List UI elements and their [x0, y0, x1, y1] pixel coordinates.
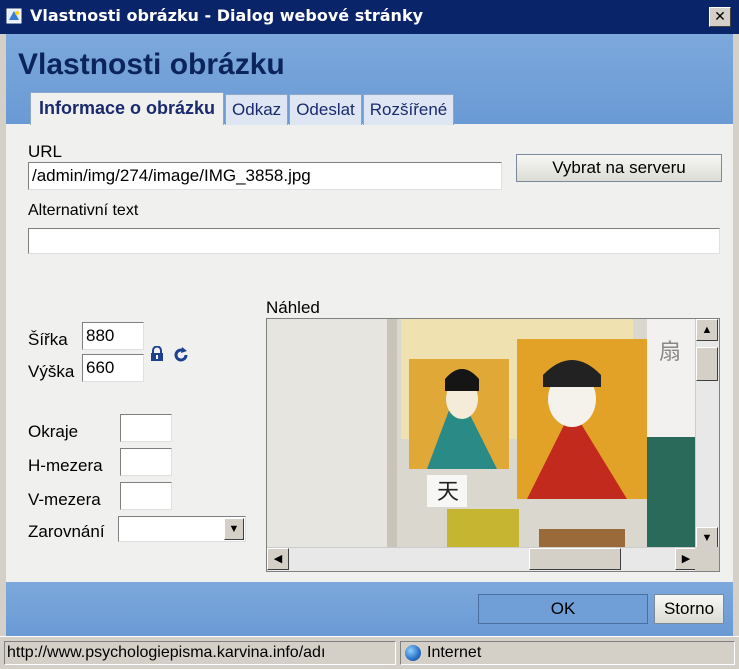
status-url: http://www.psychologiepisma.karvina.info… [4, 641, 396, 665]
vertical-scroll-thumb[interactable] [696, 347, 718, 381]
preview-horizontal-scrollbar[interactable]: ◀ ▶ [267, 547, 697, 571]
image-properties-dialog: Vlastnosti obrázku Informace o obrázku O… [6, 34, 733, 636]
arrow-down-icon: ▼ [701, 532, 713, 544]
url-input[interactable]: /admin/img/274/image/IMG_3858.jpg [28, 162, 502, 190]
tab-link[interactable]: Odkaz [225, 94, 289, 125]
tab-advanced[interactable]: Rozšířené [362, 94, 455, 125]
tab-upload[interactable]: Odeslat [289, 94, 362, 125]
image-preview: 扇 天 ▲ ▼ ◀ ▶ [266, 318, 720, 572]
alt-text-input[interactable] [28, 228, 720, 254]
height-input[interactable]: 660 [82, 354, 144, 382]
border-label: Okraje [28, 422, 79, 441]
scroll-down-button[interactable]: ▼ [696, 527, 718, 549]
align-label: Zarovnání [28, 522, 105, 541]
tab-strip: Informace o obrázku Odkaz Odeslat Rozšíř… [30, 92, 455, 125]
lock-ratio-icon[interactable] [150, 346, 164, 362]
preview-image: 扇 天 [267, 319, 697, 549]
preview-label: Náhled [266, 298, 320, 317]
close-icon: ✕ [714, 9, 726, 25]
dialog-footer: OK Storno [6, 582, 733, 636]
reset-size-icon[interactable] [172, 346, 190, 364]
window-titlebar: Vlastnosti obrázku - Dialog webové strán… [0, 0, 739, 34]
scroll-left-button[interactable]: ◀ [267, 548, 289, 570]
vspace-label: V-mezera [28, 490, 101, 509]
hspace-label: H-mezera [28, 456, 103, 475]
svg-text:天: 天 [437, 480, 459, 505]
horizontal-scroll-thumb[interactable] [529, 548, 621, 570]
zone-label: Internet [427, 644, 482, 661]
cancel-button[interactable]: Storno [654, 594, 724, 624]
arrow-up-icon: ▲ [701, 324, 713, 336]
align-dropdown-button[interactable]: ▼ [224, 518, 244, 540]
scroll-up-button[interactable]: ▲ [696, 319, 718, 341]
arrow-right-icon: ▶ [681, 553, 691, 565]
security-zone: Internet [400, 641, 735, 665]
close-button[interactable]: ✕ [709, 7, 731, 27]
scroll-right-button[interactable]: ▶ [675, 548, 697, 570]
tab-image-info[interactable]: Informace o obrázku [30, 92, 225, 125]
preview-vertical-scrollbar[interactable]: ▲ ▼ [695, 319, 719, 549]
ie-dialog-icon [6, 8, 22, 24]
border-input[interactable] [120, 414, 172, 442]
align-select[interactable]: ▼ [118, 516, 246, 542]
dialog-title: Vlastnosti obrázku [18, 48, 285, 81]
tab-content: URL /admin/img/274/image/IMG_3858.jpg Vy… [6, 124, 733, 582]
svg-text:扇: 扇 [659, 340, 681, 365]
browse-server-button[interactable]: Vybrat na serveru [516, 154, 722, 182]
alt-text-label: Alternativní text [28, 202, 139, 219]
url-label: URL [28, 142, 63, 161]
scrollbar-corner [695, 547, 719, 571]
hspace-input[interactable] [120, 448, 172, 476]
chevron-down-icon: ▼ [228, 523, 240, 535]
arrow-left-icon: ◀ [273, 553, 283, 565]
globe-icon [405, 645, 421, 661]
vspace-input[interactable] [120, 482, 172, 510]
width-label: Šířka [28, 330, 68, 349]
status-bar: http://www.psychologiepisma.karvina.info… [0, 636, 739, 669]
height-label: Výška [28, 362, 75, 381]
window-title: Vlastnosti obrázku - Dialog webové strán… [30, 6, 424, 25]
width-input[interactable]: 880 [82, 322, 144, 350]
ok-button[interactable]: OK [478, 594, 648, 624]
dialog-header: Vlastnosti obrázku Informace o obrázku O… [6, 34, 733, 125]
